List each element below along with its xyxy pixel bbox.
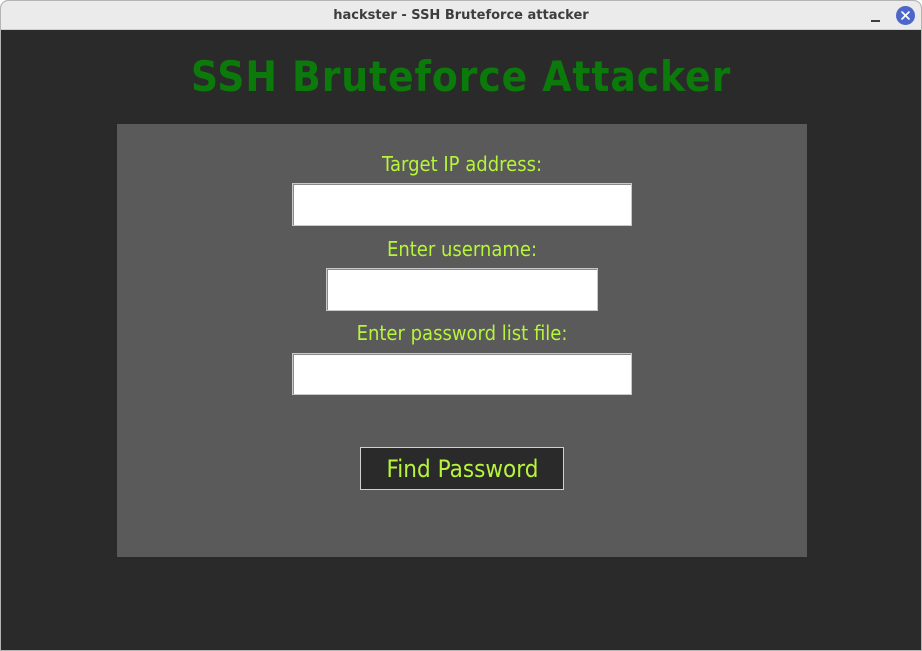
find-password-button-label: Find Password xyxy=(385,454,539,483)
app-content: SSH Bruteforce Attacker Target IP addres… xyxy=(1,30,921,650)
password-list-input[interactable] xyxy=(292,353,632,395)
target-ip-label: Target IP address: xyxy=(381,152,543,176)
find-password-button[interactable]: Find Password xyxy=(360,447,564,490)
close-icon[interactable] xyxy=(896,6,915,25)
form-panel: Target IP address: Enter username: Enter… xyxy=(117,124,807,557)
target-ip-input[interactable] xyxy=(292,183,632,226)
password-list-label: Enter password list file: xyxy=(356,321,568,345)
username-input[interactable] xyxy=(326,268,598,311)
window-title: hackster - SSH Bruteforce attacker xyxy=(333,8,589,23)
title-bar[interactable]: hackster - SSH Bruteforce attacker xyxy=(1,1,921,30)
username-label: Enter username: xyxy=(386,237,538,261)
minimize-icon[interactable] xyxy=(867,7,885,25)
app-heading: SSH Bruteforce Attacker xyxy=(190,52,732,101)
app-window: hackster - SSH Bruteforce attacker SSH B… xyxy=(0,0,922,651)
